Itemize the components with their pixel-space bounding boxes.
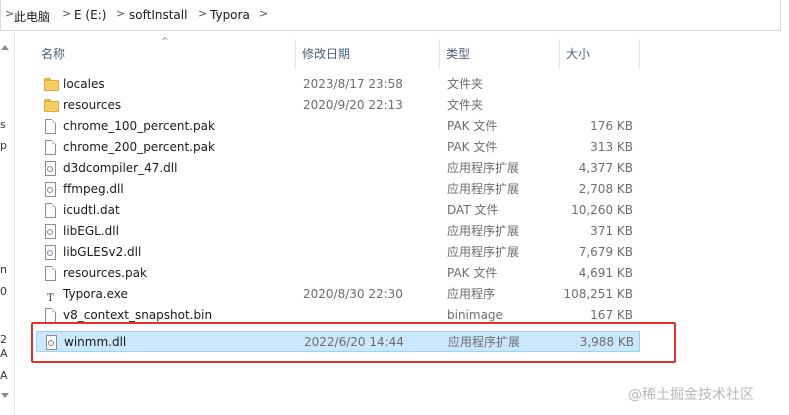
file-type: 应用程序 bbox=[447, 287, 496, 301]
breadcrumb-this-pc[interactable]: 此电脑 bbox=[14, 8, 50, 25]
app-icon: T bbox=[47, 293, 54, 304]
dll-icon bbox=[44, 224, 57, 239]
address-bar[interactable]: > 此电脑 > E (E:) > softInstall > Typora > bbox=[0, 0, 781, 31]
file-icon bbox=[44, 266, 57, 281]
navigation-pane[interactable]: s p n 0 2 A A bbox=[0, 31, 15, 415]
column-header-type[interactable]: 类型 bbox=[440, 39, 560, 69]
file-icon bbox=[44, 203, 57, 218]
file-size: 4,377 KB bbox=[578, 161, 633, 175]
highlight-box bbox=[31, 322, 676, 363]
file-icon bbox=[44, 308, 57, 323]
file-type: DAT 文件 bbox=[447, 203, 499, 217]
file-size: 108,251 KB bbox=[563, 287, 633, 301]
file-name: icudtl.dat bbox=[63, 203, 120, 217]
scroll-down-icon[interactable] bbox=[1, 393, 9, 398]
column-header-row: ^ 名称 修改日期 类型 大小 bbox=[35, 37, 640, 69]
file-type: PAK 文件 bbox=[447, 266, 498, 280]
file-type: 文件夹 bbox=[447, 98, 484, 112]
nav-fragment[interactable]: 2 bbox=[0, 333, 7, 346]
file-name: chrome_100_percent.pak bbox=[63, 119, 215, 133]
file-name: resources.pak bbox=[63, 266, 147, 280]
breadcrumb-softinstall[interactable]: softInstall bbox=[129, 8, 187, 22]
file-type: 应用程序扩展 bbox=[447, 224, 520, 238]
file-row-libegl[interactable]: libEGL.dll 应用程序扩展 371 KB bbox=[36, 221, 640, 242]
folder-icon bbox=[44, 99, 59, 112]
breadcrumb-typora[interactable]: Typora bbox=[210, 8, 250, 22]
file-row-libglesv2[interactable]: libGLESv2.dll 应用程序扩展 7,679 KB bbox=[36, 242, 640, 263]
column-header-size[interactable]: 大小 bbox=[560, 39, 640, 69]
dll-icon bbox=[44, 161, 57, 176]
dll-icon bbox=[44, 182, 57, 197]
file-size: 371 KB bbox=[590, 224, 633, 238]
file-size: 10,260 KB bbox=[571, 203, 633, 217]
dll-icon bbox=[44, 245, 57, 260]
file-size: 4,691 KB bbox=[578, 266, 633, 280]
file-row-resources[interactable]: resources 2020/9/20 22:13 文件夹 bbox=[36, 95, 640, 116]
file-name: libGLESv2.dll bbox=[63, 245, 142, 259]
file-row-typora-exe[interactable]: T Typora.exe 2020/8/30 22:30 应用程序 108,25… bbox=[36, 284, 640, 305]
file-date: 2023/8/17 23:58 bbox=[303, 77, 403, 91]
file-type: 应用程序扩展 bbox=[447, 161, 520, 175]
nav-fragment[interactable]: A bbox=[0, 369, 8, 382]
watermark: @稀土掘金技术社区 bbox=[628, 387, 754, 403]
breadcrumb-separator[interactable]: > bbox=[116, 7, 125, 20]
file-row-ffmpeg[interactable]: ffmpeg.dll 应用程序扩展 2,708 KB bbox=[36, 179, 640, 200]
file-row-resources-pak[interactable]: resources.pak PAK 文件 4,691 KB bbox=[36, 263, 640, 284]
file-size: 176 KB bbox=[590, 119, 633, 133]
file-name: ffmpeg.dll bbox=[63, 182, 124, 196]
file-type: 应用程序扩展 bbox=[447, 245, 520, 259]
nav-fragment[interactable]: s bbox=[0, 118, 6, 131]
folder-icon bbox=[44, 78, 59, 91]
file-row-locales[interactable]: locales 2023/8/17 23:58 文件夹 bbox=[36, 74, 640, 95]
file-name: libEGL.dll bbox=[63, 224, 119, 238]
breadcrumb-separator[interactable]: > bbox=[198, 7, 207, 20]
file-row-icudtl[interactable]: icudtl.dat DAT 文件 10,260 KB bbox=[36, 200, 640, 221]
scroll-up-icon[interactable] bbox=[1, 45, 9, 50]
file-name: Typora.exe bbox=[63, 287, 128, 301]
file-type: 应用程序扩展 bbox=[447, 182, 520, 196]
nav-fragment[interactable]: p bbox=[0, 139, 7, 152]
breadcrumb-separator[interactable]: > bbox=[62, 7, 71, 20]
file-size: 313 KB bbox=[590, 140, 633, 154]
breadcrumb-separator[interactable]: > bbox=[259, 7, 268, 20]
file-type: PAK 文件 bbox=[447, 119, 498, 133]
nav-fragment[interactable]: 0 bbox=[0, 285, 7, 298]
file-size: 7,679 KB bbox=[578, 245, 633, 259]
file-size: 2,708 KB bbox=[578, 182, 633, 196]
file-date: 2020/8/30 22:30 bbox=[303, 287, 403, 301]
breadcrumb-separator[interactable]: > bbox=[5, 7, 14, 20]
file-list: locales 2023/8/17 23:58 文件夹 resources 20… bbox=[36, 74, 640, 352]
file-icon bbox=[44, 119, 57, 134]
file-row-chrome-100[interactable]: chrome_100_percent.pak PAK 文件 176 KB bbox=[36, 116, 640, 137]
file-date: 2020/9/20 22:13 bbox=[303, 98, 403, 112]
breadcrumb-drive-e[interactable]: E (E:) bbox=[74, 8, 106, 22]
column-header-name[interactable]: 名称 bbox=[35, 39, 296, 69]
file-name: locales bbox=[63, 77, 105, 91]
column-header-date[interactable]: 修改日期 bbox=[296, 39, 440, 69]
file-name: resources bbox=[63, 98, 122, 112]
nav-fragment[interactable]: n bbox=[0, 263, 7, 276]
file-type: PAK 文件 bbox=[447, 140, 498, 154]
file-type: 文件夹 bbox=[447, 77, 484, 91]
file-row-chrome-200[interactable]: chrome_200_percent.pak PAK 文件 313 KB bbox=[36, 137, 640, 158]
file-row-d3dcompiler[interactable]: d3dcompiler_47.dll 应用程序扩展 4,377 KB bbox=[36, 158, 640, 179]
file-name: chrome_200_percent.pak bbox=[63, 140, 215, 154]
nav-fragment[interactable]: A bbox=[0, 347, 8, 360]
file-icon bbox=[44, 140, 57, 155]
file-name: d3dcompiler_47.dll bbox=[63, 161, 178, 175]
